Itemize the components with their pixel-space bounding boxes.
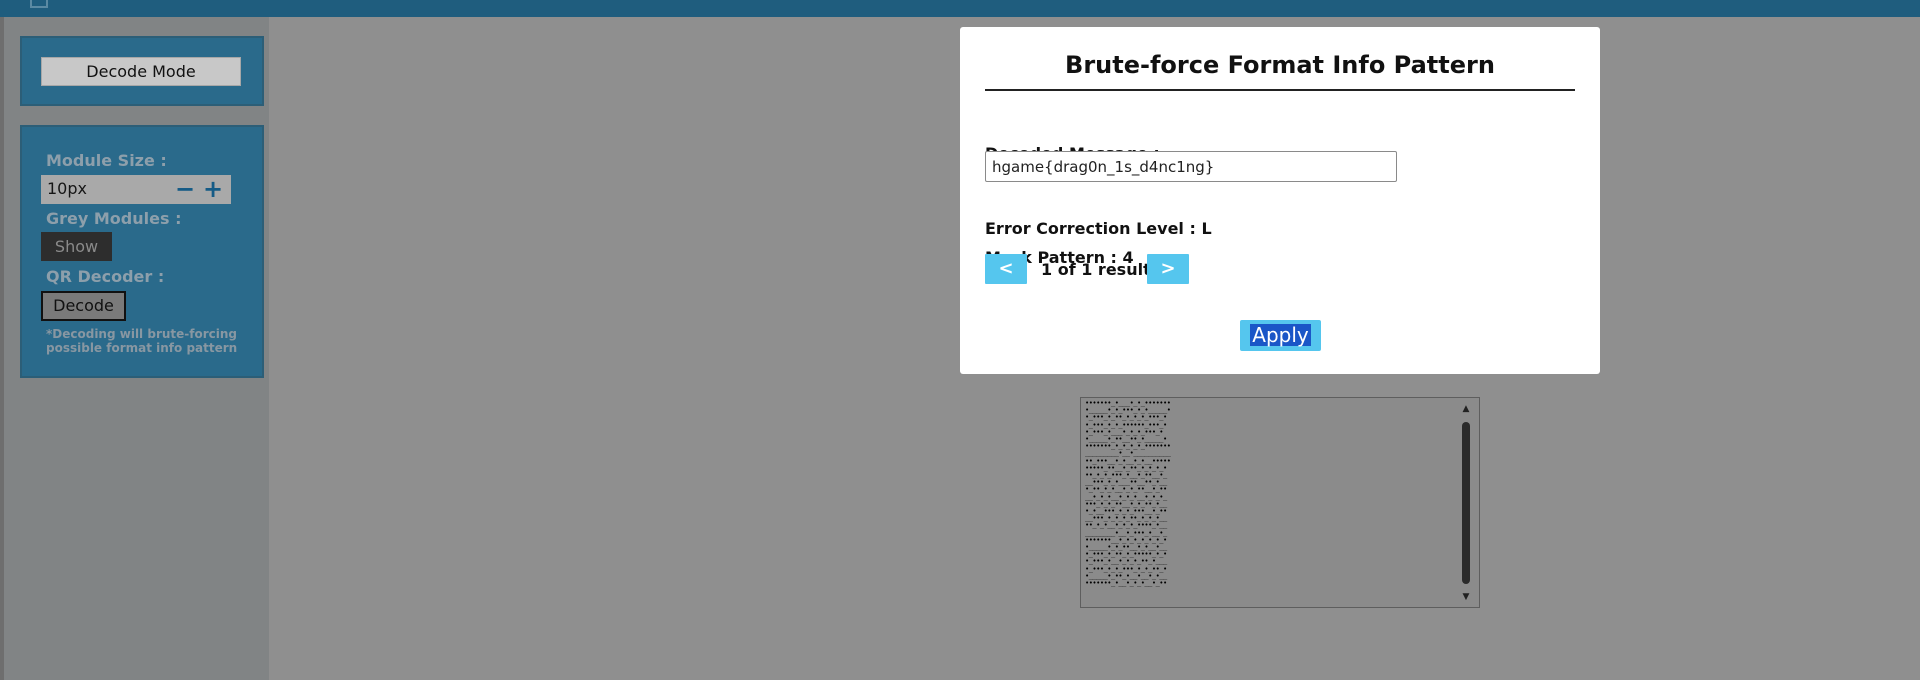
grey-modules-label: Grey Modules : [46,209,182,228]
result-counter: 1 of 1 result [1041,260,1151,279]
scrollbar-thumb[interactable] [1462,422,1470,584]
top-bar [0,0,1920,17]
show-grey-modules-button[interactable]: Show [41,232,112,261]
apply-button[interactable]: Apply [1240,320,1321,351]
module-size-value[interactable]: 10px [47,179,87,198]
app-logo-icon [30,0,48,8]
qr-text-content: •••••••_•___•_•_••••••• •_____•_•_•••_•_… [1085,399,1171,588]
minus-icon[interactable]: − [175,176,195,202]
scroll-up-icon[interactable]: ▲ [1459,404,1473,414]
module-size-stepper[interactable]: 10px − + [41,175,231,204]
previous-result-button[interactable]: < [985,254,1027,284]
apply-label: Apply [1250,323,1311,347]
modal-title: Brute-force Format Info Pattern [1065,51,1495,79]
tools-panel: Module Size : 10px − + Grey Modules : Sh… [20,125,264,378]
mode-panel: Decode Mode [20,36,264,106]
qr-text-area[interactable]: •••••••_•___•_•_••••••• •_____•_•_•••_•_… [1080,397,1480,608]
decoded-message-input[interactable] [985,151,1397,182]
qr-decoder-label: QR Decoder : [46,267,165,286]
next-result-button[interactable]: > [1147,254,1189,284]
plus-icon[interactable]: + [203,176,223,202]
decode-mode-button[interactable]: Decode Mode [41,57,241,86]
title-divider [985,89,1575,91]
error-correction-level: Error Correction Level : L [985,219,1212,238]
scroll-down-icon[interactable]: ▼ [1459,592,1473,602]
scrollbar[interactable]: ▲ ▼ [1459,404,1473,602]
decode-button[interactable]: Decode [41,291,126,321]
module-size-label: Module Size : [46,151,167,170]
decode-note: *Decoding will brute-forcing possible fo… [46,327,238,355]
brute-force-modal: Brute-force Format Info Pattern Decoded … [960,27,1600,374]
